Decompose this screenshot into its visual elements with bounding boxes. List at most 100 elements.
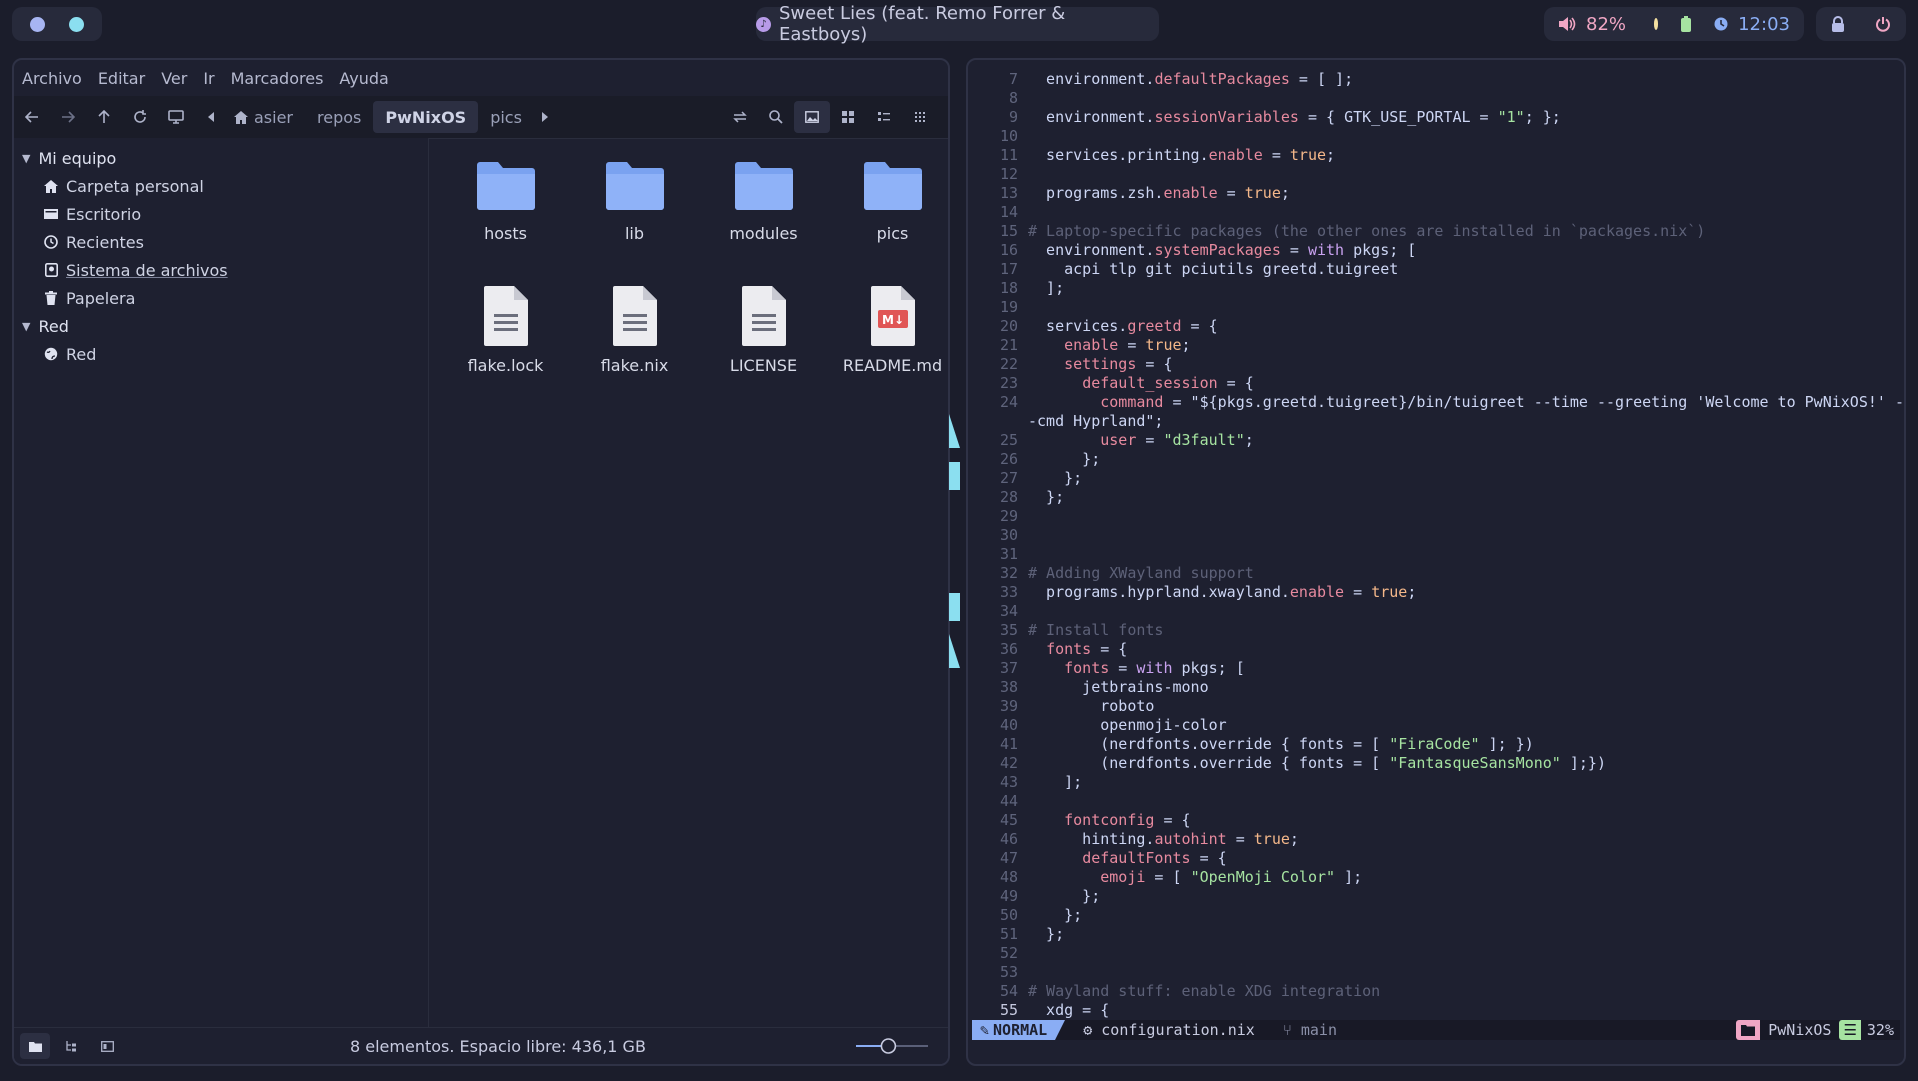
line-number: 29 — [999, 507, 1018, 525]
code-line: 10 — [968, 127, 1904, 146]
code-line: 34 — [968, 602, 1904, 621]
list-view-button[interactable] — [866, 96, 902, 138]
line-text: programs.hyprland.xwayland.enable = true… — [1028, 583, 1417, 601]
document-icon: ☰ — [1839, 1020, 1861, 1040]
code-line: 23 default_session = { — [968, 374, 1904, 393]
sidebar-item-escritorio[interactable]: Escritorio — [14, 200, 428, 228]
breadcrumb-home[interactable]: asier — [222, 101, 305, 133]
toggle-sidebar-button[interactable] — [92, 1033, 122, 1059]
file-item[interactable]: flake.nix — [570, 280, 699, 392]
breadcrumb-repos[interactable]: repos — [305, 101, 373, 133]
code-line: 38 jetbrains-mono — [968, 678, 1904, 697]
reload-button[interactable] — [122, 96, 158, 138]
back-button[interactable] — [14, 96, 50, 138]
file-item[interactable]: modules — [699, 148, 828, 260]
folder-icon — [1736, 1020, 1761, 1040]
menu-marcadores[interactable]: Marcadores — [231, 69, 324, 88]
breadcrumb-scroll-right[interactable] — [534, 101, 556, 133]
line-number: 28 — [999, 488, 1018, 506]
line-number: 37 — [999, 659, 1018, 677]
section-mi-equipo[interactable]: ▼ Mi equipo — [14, 144, 428, 172]
overview-markers — [949, 0, 966, 1081]
places-pane-button[interactable] — [20, 1033, 50, 1059]
sidebar-item-red[interactable]: Red — [14, 340, 428, 368]
code-line: 21 enable = true; — [968, 336, 1904, 355]
sidebar-item-sistema-de-archivos[interactable]: Sistema de archivos — [14, 256, 428, 284]
zoom-slider[interactable] — [854, 1036, 930, 1056]
forward-button[interactable] — [50, 96, 86, 138]
line-number: 39 — [999, 697, 1018, 715]
up-button[interactable] — [86, 96, 122, 138]
line-number: 55 — [999, 1001, 1018, 1019]
code-line: 9 environment.sessionVariables = { GTK_U… — [968, 108, 1904, 127]
sidebar-item-recientes[interactable]: Recientes — [14, 228, 428, 256]
collapse-arrow-icon: ▼ — [22, 319, 31, 333]
workspace-2-indicator[interactable] — [69, 16, 84, 32]
line-number: 41 — [999, 735, 1018, 753]
sidebar-item-carpeta-personal[interactable]: Carpeta personal — [14, 172, 428, 200]
toggle-location-button[interactable] — [722, 96, 758, 138]
power-icon[interactable] — [1875, 16, 1891, 32]
volume-icon[interactable] — [1558, 16, 1576, 32]
sidebar-item-papelera[interactable]: Papelera — [14, 284, 428, 312]
line-text: }; — [1028, 925, 1065, 943]
file-item[interactable]: hosts — [441, 148, 570, 260]
line-number: 52 — [999, 944, 1018, 962]
workspace-1-indicator[interactable] — [30, 16, 45, 32]
breadcrumb-scroll-left[interactable] — [200, 101, 222, 133]
line-number: 25 — [999, 431, 1018, 449]
computer-icon — [168, 110, 184, 124]
breadcrumb-pwnixos[interactable]: PwNixOS — [373, 101, 479, 133]
section-mi-equipo-label: Mi equipo — [38, 148, 117, 168]
file-item[interactable]: LICENSE — [699, 280, 828, 392]
breadcrumb-pics[interactable]: pics — [478, 101, 534, 133]
line-text: programs.zsh.enable = true; — [1028, 184, 1290, 202]
line-number: 40 — [999, 716, 1018, 734]
list-icon — [878, 112, 890, 121]
line-number: 53 — [999, 963, 1018, 981]
section-red[interactable]: ▼ Red — [14, 312, 428, 340]
file-item[interactable]: M↓ README.md — [828, 280, 948, 392]
menu-ver[interactable]: Ver — [161, 69, 187, 88]
search-button[interactable] — [758, 96, 794, 138]
code-buffer[interactable]: 7 environment.defaultPackages = [ ]; 8 9 e… — [968, 70, 1904, 1020]
grid-view-button[interactable] — [830, 96, 866, 138]
menu-ir[interactable]: Ir — [203, 69, 214, 88]
volume-level[interactable]: 82% — [1586, 14, 1626, 35]
line-text: openmoji-color — [1028, 716, 1227, 734]
line-number: 42 — [999, 754, 1018, 772]
code-line: 46 hinting.autohint = true; — [968, 830, 1904, 849]
menu-editar[interactable]: Editar — [98, 69, 145, 88]
file-name-label: configuration.nix — [1101, 1021, 1255, 1039]
collapse-arrow-icon: ▼ — [22, 151, 31, 165]
line-text: environment.systemPackages = with pkgs; … — [1028, 241, 1417, 259]
file-item[interactable]: lib — [570, 148, 699, 260]
code-line: 43 ]; — [968, 773, 1904, 792]
line-number: 48 — [999, 868, 1018, 886]
line-text: # Laptop-specific packages (the other on… — [1028, 222, 1706, 240]
tree-pane-button[interactable] — [56, 1033, 86, 1059]
icon-view-button[interactable] — [794, 101, 830, 133]
mode-label: NORMAL — [993, 1021, 1048, 1039]
code-line: 19 — [968, 298, 1904, 317]
lock-icon[interactable] — [1831, 16, 1845, 32]
code-line: 33 programs.hyprland.xwayland.enable = t… — [968, 583, 1904, 602]
compact-view-button[interactable] — [902, 96, 938, 138]
code-line: 7 environment.defaultPackages = [ ]; — [968, 70, 1904, 89]
marker — [949, 462, 960, 490]
computer-button[interactable] — [158, 96, 194, 138]
triangle-right-icon — [541, 112, 548, 122]
line-text: fonts = with pkgs; [ — [1064, 659, 1245, 677]
desktop-icon — [44, 207, 58, 221]
sidebar-item-label: Escritorio — [66, 204, 142, 224]
line-number: 33 — [999, 583, 1018, 601]
file-item[interactable]: flake.lock — [441, 280, 570, 392]
arrow-left-icon — [25, 111, 38, 123]
file-item[interactable]: pics — [828, 148, 948, 260]
menu-ayuda[interactable]: Ayuda — [339, 69, 388, 88]
line-number: 7 — [1008, 70, 1018, 88]
mode-separator — [1055, 1020, 1066, 1040]
folder-icon — [861, 152, 925, 216]
menu-archivo[interactable]: Archivo — [22, 69, 82, 88]
code-line: 47 defaultFonts = { — [968, 849, 1904, 868]
